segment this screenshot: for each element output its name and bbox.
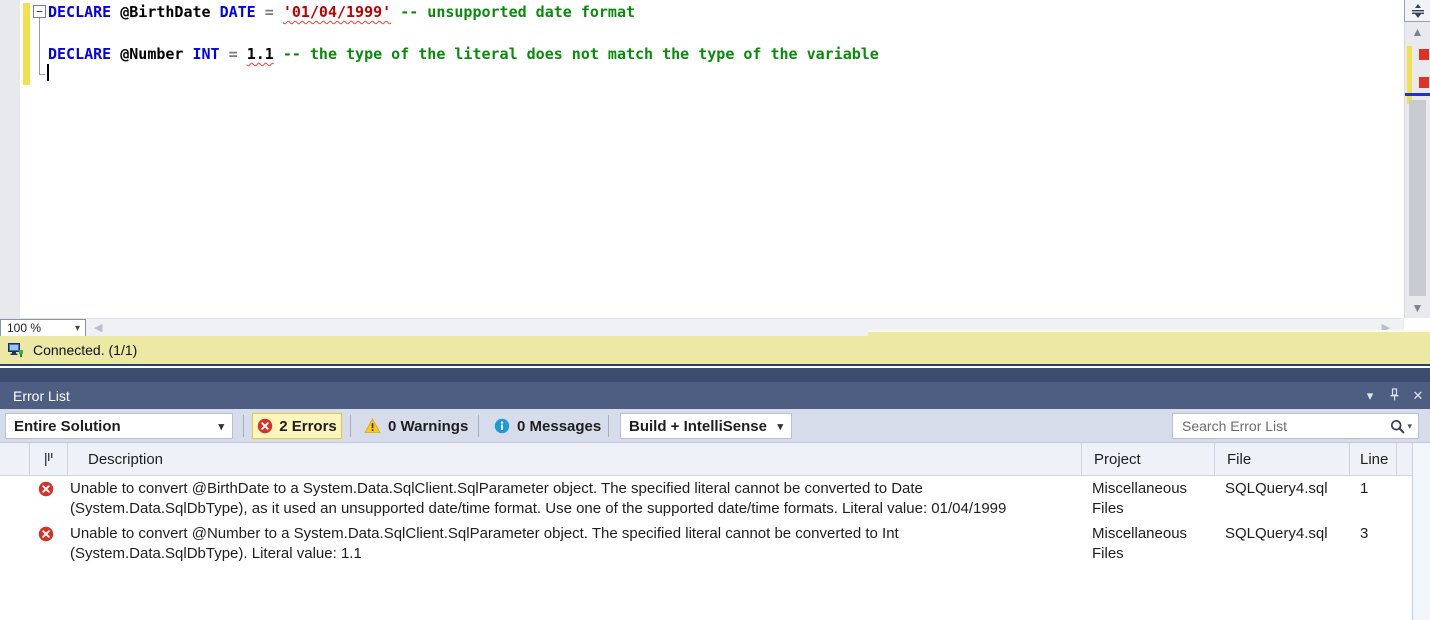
toolbar-separator bbox=[243, 415, 244, 437]
server-connected-icon bbox=[8, 343, 23, 357]
scroll-up-icon[interactable]: ▲ bbox=[1405, 25, 1430, 39]
sql-comment: -- the type of the literal does not matc… bbox=[282, 45, 879, 63]
search-options-icon[interactable]: ▾ bbox=[1407, 421, 1412, 432]
zoom-level-value: 100 % bbox=[7, 321, 42, 335]
code-fold-collapse-icon[interactable]: − bbox=[33, 5, 46, 18]
severity-column-icon bbox=[44, 453, 52, 466]
error-file: SQLQuery4.sql bbox=[1225, 525, 1328, 542]
sql-operator: = bbox=[228, 45, 247, 63]
warnings-filter-button[interactable]: 0 Warnings bbox=[358, 413, 474, 439]
severity-column-header[interactable] bbox=[30, 443, 68, 476]
search-input[interactable] bbox=[1182, 418, 1391, 434]
line-column-header[interactable]: Line bbox=[1350, 443, 1397, 476]
sql-comment: -- unsupported date format bbox=[400, 3, 636, 21]
description-column-header[interactable]: Description bbox=[68, 443, 1082, 476]
fold-region-line bbox=[39, 18, 40, 75]
warning-icon bbox=[364, 418, 381, 433]
vertical-scrollbar-thumb[interactable] bbox=[1409, 100, 1426, 296]
error-line-number: 1 bbox=[1360, 480, 1369, 497]
error-project: Files bbox=[1092, 500, 1124, 517]
error-icon bbox=[38, 526, 54, 542]
sql-variable: @BirthDate bbox=[120, 3, 220, 21]
warnings-count-label: 0 Warnings bbox=[388, 417, 469, 435]
scrollbar-caret-position bbox=[1405, 93, 1430, 96]
scrollbar-error-marker[interactable] bbox=[1419, 49, 1429, 60]
error-file: SQLQuery4.sql bbox=[1225, 480, 1328, 497]
toolbar-separator bbox=[350, 415, 351, 437]
sql-operator: = bbox=[264, 3, 283, 21]
errors-count-label: 2 Errors bbox=[279, 417, 337, 435]
panel-title: Error List bbox=[13, 387, 70, 404]
messages-filter-button[interactable]: 0 Messages bbox=[488, 413, 607, 439]
error-icon bbox=[258, 418, 273, 434]
sql-keyword: INT bbox=[192, 45, 229, 63]
error-row[interactable]: Unable to convert @Number to a System.Da… bbox=[0, 521, 1412, 566]
sql-variable: @Number bbox=[120, 45, 193, 63]
sql-keyword: DATE bbox=[219, 3, 265, 21]
sql-number-literal-error: 1.1 bbox=[246, 45, 274, 63]
extra-column-header bbox=[1397, 443, 1412, 476]
sql-editor[interactable]: − DECLARE @BirthDate DATE = '01/04/1999'… bbox=[0, 0, 1430, 318]
project-column-header[interactable]: Project bbox=[1082, 443, 1215, 476]
search-error-list-box[interactable]: ▾ bbox=[1172, 413, 1419, 439]
editor-splitter-handle[interactable] bbox=[1404, 0, 1430, 22]
error-description-line2: (System.Data.SqlDbType), as it used an u… bbox=[70, 500, 1007, 517]
row-selector-column-header[interactable] bbox=[0, 443, 30, 476]
scrollbar-error-marker[interactable] bbox=[1419, 77, 1429, 88]
error-description-line1: Unable to convert @BirthDate to a System… bbox=[70, 480, 923, 497]
window-position-icon[interactable]: ▾ bbox=[1358, 388, 1382, 404]
error-grid-body: Unable to convert @BirthDate to a System… bbox=[0, 476, 1412, 566]
error-list-scrollbar-lane[interactable] bbox=[1412, 443, 1430, 620]
code-line-3[interactable]: DECLARE @Number INT = 1.1 -- the type of… bbox=[48, 44, 879, 64]
connection-status-text: Connected. (1/1) bbox=[33, 342, 138, 358]
scope-filter-dropdown[interactable]: Entire Solution ▾ bbox=[5, 413, 233, 439]
sql-keyword: DECLARE bbox=[48, 3, 121, 21]
close-icon[interactable]: ✕ bbox=[1406, 388, 1430, 404]
editor-gutter bbox=[0, 0, 20, 318]
source-filter-value: Build + IntelliSense bbox=[629, 417, 767, 435]
error-list-titlebar[interactable]: Error List ▾ ✕ bbox=[0, 382, 1430, 409]
chevron-down-icon: ▾ bbox=[74, 322, 80, 334]
panel-separator bbox=[0, 368, 1430, 382]
error-description-line2: (System.Data.SqlDbType). Literal value: … bbox=[70, 545, 362, 562]
sql-keyword: DECLARE bbox=[48, 45, 121, 63]
vertical-scrollbar[interactable]: ▲ ▼ bbox=[1404, 22, 1430, 318]
source-filter-dropdown[interactable]: Build + IntelliSense ▾ bbox=[620, 413, 792, 439]
messages-count-label: 0 Messages bbox=[517, 417, 602, 435]
error-description-line1: Unable to convert @Number to a System.Da… bbox=[70, 525, 899, 542]
error-project: Miscellaneous bbox=[1092, 525, 1188, 542]
sql-string-literal-error: '01/04/1999' bbox=[282, 3, 392, 21]
split-window-icon bbox=[1411, 3, 1424, 18]
scroll-down-icon[interactable]: ▼ bbox=[1405, 301, 1430, 315]
pin-icon[interactable] bbox=[1382, 387, 1406, 404]
code-line-1[interactable]: DECLARE @BirthDate DATE = '01/04/1999' -… bbox=[48, 2, 635, 22]
changed-lines-bar bbox=[23, 3, 30, 85]
file-column-header[interactable]: File bbox=[1215, 443, 1350, 476]
scroll-left-icon[interactable]: ◀ bbox=[94, 321, 102, 334]
error-row[interactable]: Unable to convert @BirthDate to a System… bbox=[0, 476, 1412, 521]
error-grid-header: Description Project File Line bbox=[0, 443, 1412, 476]
connection-statusbar: Connected. (1/1) bbox=[0, 336, 1430, 366]
error-line-number: 3 bbox=[1360, 525, 1369, 542]
error-project: Files bbox=[1092, 545, 1124, 562]
zoom-level-dropdown[interactable]: 100 % ▾ bbox=[0, 319, 86, 337]
error-icon bbox=[38, 481, 54, 497]
fold-region-end bbox=[39, 74, 45, 75]
error-list-toolbar: Entire Solution ▾ 2 Errors 0 Warnings 0 … bbox=[0, 409, 1430, 443]
chevron-down-icon: ▾ bbox=[777, 420, 783, 433]
info-icon bbox=[494, 418, 510, 434]
text-caret bbox=[47, 64, 49, 81]
errors-filter-button[interactable]: 2 Errors bbox=[252, 413, 342, 439]
toolbar-separator bbox=[608, 415, 609, 437]
error-project: Miscellaneous bbox=[1092, 480, 1188, 497]
search-icon[interactable] bbox=[1390, 419, 1405, 434]
chevron-down-icon: ▾ bbox=[218, 420, 224, 433]
scope-filter-value: Entire Solution bbox=[14, 417, 121, 435]
toolbar-separator bbox=[478, 415, 479, 437]
